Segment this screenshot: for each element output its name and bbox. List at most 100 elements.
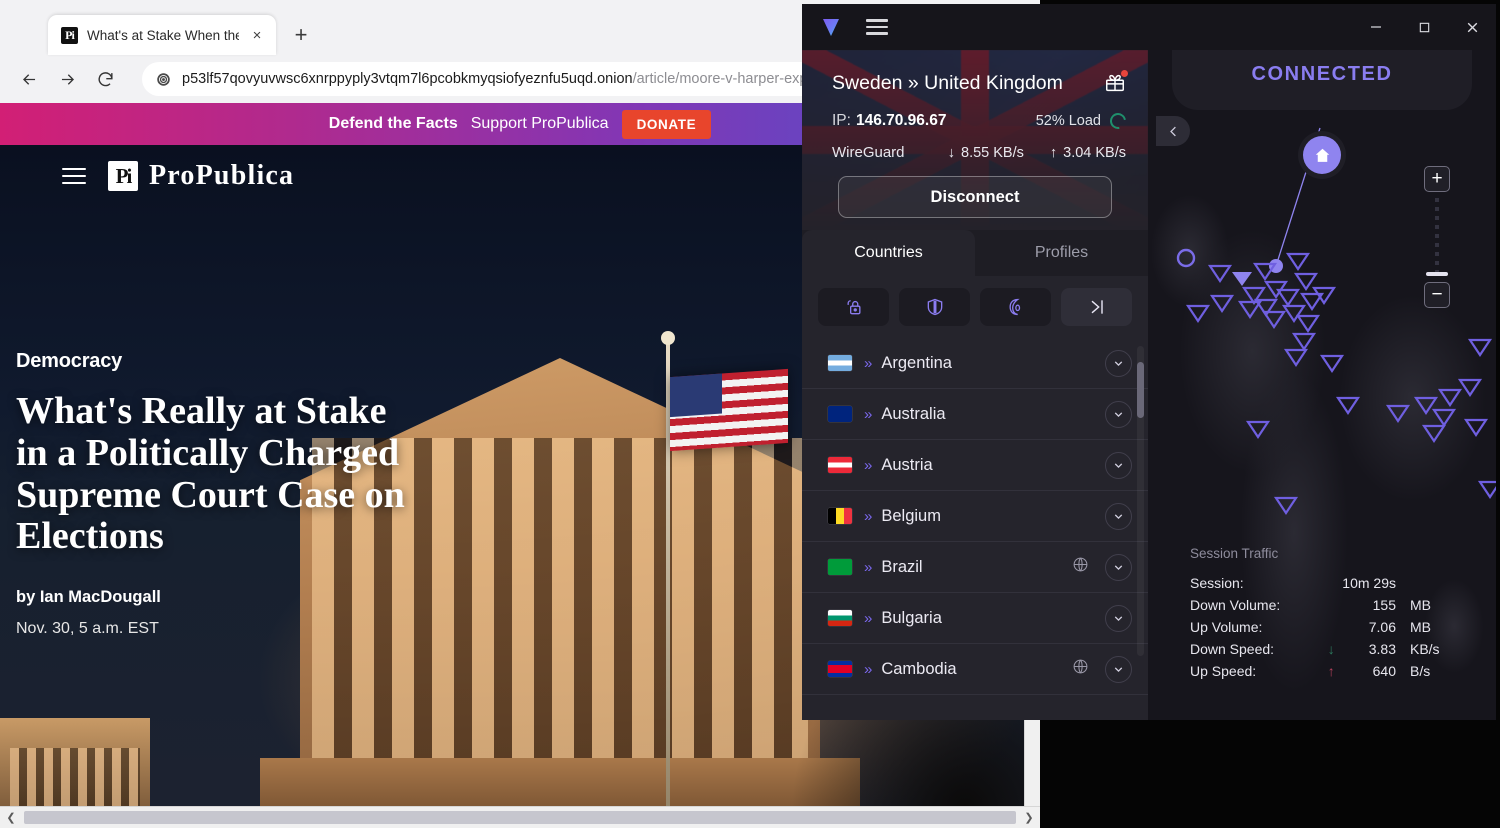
back-icon[interactable] (12, 62, 46, 96)
page-horizontal-scrollbar[interactable]: ❮ ❯ (0, 806, 1040, 828)
browser-tab[interactable]: Pi What's at Stake When the Supre × (48, 15, 276, 55)
tab-title: What's at Stake When the Supre (87, 27, 239, 43)
close-tab-icon[interactable]: × (248, 26, 266, 44)
propublica-logo[interactable]: Pi ProPublica (108, 160, 294, 192)
traffic-label: Down Speed: (1190, 641, 1275, 657)
country-row-belgium[interactable]: » Belgium (802, 491, 1148, 542)
expand-country-button[interactable] (1105, 502, 1132, 530)
download-speed-value: 8.55 KB/s (961, 144, 1024, 161)
proton-vpn-window: Sweden » United Kingdom IP: 146.70.96.67 (802, 4, 1496, 720)
home-location-pin[interactable] (1303, 136, 1341, 174)
forward-icon[interactable] (50, 62, 84, 96)
double-chevron-icon: » (864, 405, 873, 423)
donate-button[interactable]: DONATE (621, 109, 712, 139)
reload-icon[interactable] (88, 62, 122, 96)
country-name: Argentina (881, 353, 952, 372)
article-timestamp: Nov. 30, 5 a.m. EST (16, 620, 159, 638)
propublica-logo-mark-icon: Pi (108, 161, 138, 191)
country-row-cambodia[interactable]: » Cambodia (802, 644, 1148, 695)
country-list-scrollbar[interactable] (1137, 346, 1144, 656)
connection-route: Sweden » United Kingdom (832, 72, 1063, 94)
flag-austria-icon (828, 457, 852, 473)
expand-country-button[interactable] (1105, 349, 1132, 377)
disconnect-button[interactable]: Disconnect (838, 176, 1112, 218)
flag-cambodia-icon (828, 661, 852, 677)
minimize-button[interactable] (1352, 4, 1400, 50)
url-path: /article/moore-v-harper-expla (632, 71, 819, 87)
expand-country-button[interactable] (1105, 655, 1132, 683)
vpn-menu-icon[interactable] (866, 19, 888, 35)
country-list[interactable]: » Argentina » Australia » Austria » Belg… (802, 338, 1148, 720)
vpn-body: Sweden » United Kingdom IP: 146.70.96.67 (802, 50, 1496, 720)
expand-country-button[interactable] (1105, 451, 1132, 479)
session-traffic-title: Session Traffic (1190, 546, 1279, 561)
double-chevron-icon: » (864, 558, 873, 576)
map-zoom-track[interactable] (1435, 198, 1439, 278)
map-zoom-slider-handle[interactable] (1426, 272, 1448, 276)
banner-subtext: Support ProPublica (470, 115, 609, 132)
map-zoom-out-button[interactable]: − (1424, 282, 1450, 308)
vpn-world-map[interactable]: CONNECTED + − Session Traffic Session: 1… (1148, 50, 1496, 720)
horizontal-scrollbar-thumb[interactable] (24, 811, 1016, 824)
propublica-favicon-icon: Pi (61, 26, 78, 44)
traffic-row-session: Session: 10m 29s (1190, 572, 1440, 594)
country-name: Australia (881, 404, 946, 423)
connection-status-pill: CONNECTED (1172, 50, 1472, 110)
scroll-right-icon[interactable]: ❯ (1018, 807, 1040, 828)
traffic-label: Up Speed: (1190, 663, 1257, 679)
flag-brazil-icon (828, 559, 852, 575)
upload-speed-value: 3.04 KB/s (1063, 144, 1126, 161)
p2p-filter-button[interactable] (899, 288, 970, 326)
expand-country-button[interactable] (1105, 604, 1132, 632)
menu-icon[interactable] (62, 168, 86, 184)
article-kicker[interactable]: Democracy (16, 350, 416, 373)
traffic-value: 640 (1372, 663, 1396, 679)
expand-country-button[interactable] (1105, 553, 1132, 581)
country-list-scroll-thumb[interactable] (1137, 362, 1144, 418)
gift-icon[interactable] (1104, 70, 1128, 99)
country-row-argentina[interactable]: » Argentina (802, 338, 1148, 389)
tor-available-globe-icon (1072, 556, 1089, 578)
tab-profiles[interactable]: Profiles (975, 230, 1148, 276)
new-tab-button[interactable]: + (286, 20, 316, 50)
close-button[interactable] (1448, 4, 1496, 50)
country-row-bulgaria[interactable]: » Bulgaria (802, 593, 1148, 644)
secure-core-filter-button[interactable] (818, 288, 889, 326)
tab-countries[interactable]: Countries (802, 230, 975, 276)
country-row-austria[interactable]: » Austria (802, 440, 1148, 491)
server-load-text: 52% Load (1035, 113, 1101, 129)
flag-argentina-icon (828, 355, 852, 371)
chevron-left-icon (1169, 126, 1176, 136)
scroll-left-icon[interactable]: ❮ (0, 807, 22, 828)
vpn-titlebar (802, 4, 1496, 50)
connection-card: Sweden » United Kingdom IP: 146.70.96.67 (802, 50, 1148, 230)
download-speed: ↓ 8.55 KB/s (948, 145, 1024, 161)
country-row-brazil[interactable]: » Brazil (802, 542, 1148, 593)
streaming-filter-button[interactable] (1061, 288, 1132, 326)
session-traffic-panel: Session Traffic Session: 10m 29s Down Vo… (1190, 546, 1440, 682)
collapse-sidebar-button[interactable] (1156, 116, 1190, 146)
traffic-value: 10m 29s (1342, 575, 1396, 591)
traffic-value: 7.06 (1368, 619, 1396, 635)
onion-site-icon (157, 72, 170, 86)
map-zoom-in-button[interactable]: + (1424, 166, 1450, 192)
double-chevron-icon: » (864, 354, 873, 372)
ip-value: 146.70.96.67 (855, 112, 947, 129)
traffic-label: Down Volume: (1190, 597, 1281, 613)
maximize-button[interactable] (1400, 4, 1448, 50)
traffic-value: 3.83 (1368, 641, 1396, 657)
traffic-unit: MB (1409, 619, 1431, 635)
country-name: Belgium (881, 506, 941, 525)
expand-country-button[interactable] (1105, 400, 1132, 428)
tor-filter-button[interactable] (980, 288, 1051, 326)
url-text: p53lf57qovyuvwsc6xnrppyply3vtqm7l6pcobkm… (182, 71, 819, 87)
article-header: Democracy What's Really at Stake in a Po… (16, 350, 416, 638)
traffic-label: Up Volume: (1190, 619, 1263, 635)
home-icon (1315, 148, 1329, 162)
country-row-australia[interactable]: » Australia (802, 389, 1148, 440)
article-byline[interactable]: by Ian MacDougall (16, 588, 416, 607)
traffic-row-up-speed: Up Speed: ↑ 640 B/s (1190, 660, 1440, 682)
connection-status-text: CONNECTED (1251, 63, 1393, 85)
traffic-value: 155 (1372, 597, 1396, 613)
flag-australia-icon (828, 406, 852, 422)
